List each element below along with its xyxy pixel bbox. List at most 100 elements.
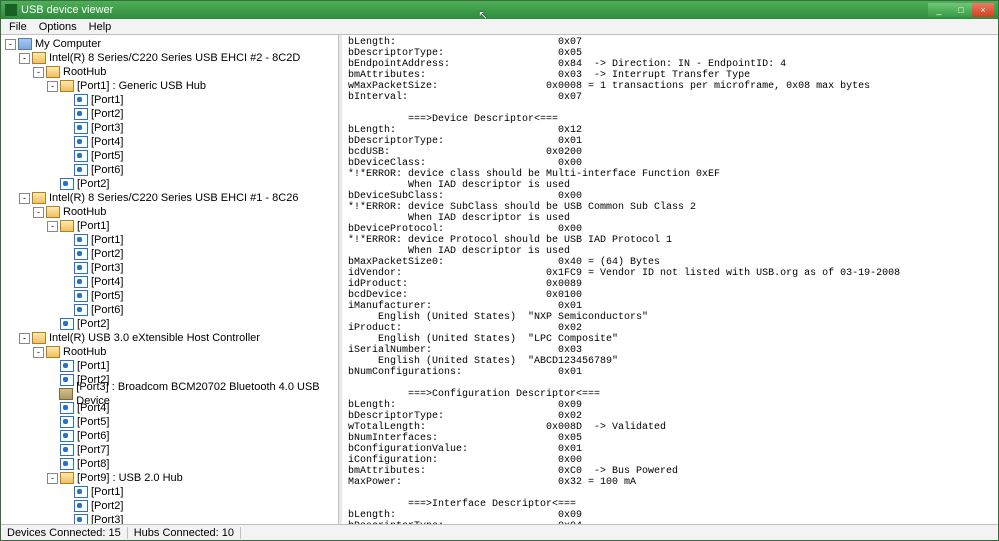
- tree-spacer: [47, 417, 58, 428]
- tree-node-roothub[interactable]: -RootHub: [1, 65, 338, 79]
- tree-node-label: [Port1] : Generic USB Hub: [77, 79, 206, 93]
- tree-node-port[interactable]: [Port2]: [1, 247, 338, 261]
- menu-options[interactable]: Options: [33, 21, 83, 33]
- device-tree-pane[interactable]: -My Computer-Intel(R) 8 Series/C220 Seri…: [1, 35, 339, 524]
- tree-node-label: [Port5]: [91, 149, 123, 163]
- tree-node-port[interactable]: [Port3]: [1, 513, 338, 524]
- app-icon: [5, 4, 17, 16]
- tree-node-port[interactable]: [Port3]: [1, 121, 338, 135]
- tree-spacer: [61, 137, 72, 148]
- tree-spacer: [47, 375, 58, 386]
- tree-spacer: [61, 487, 72, 498]
- tree-node-port[interactable]: [Port1]: [1, 359, 338, 373]
- tree-node-port[interactable]: [Port1]: [1, 233, 338, 247]
- tree-spacer: [61, 263, 72, 274]
- port-icon: [74, 164, 88, 176]
- tree-node-port[interactable]: [Port6]: [1, 429, 338, 443]
- collapse-icon[interactable]: -: [5, 39, 16, 50]
- tree-node-label: [Port2]: [77, 177, 109, 191]
- close-button[interactable]: ×: [972, 3, 994, 17]
- tree-node-port[interactable]: [Port6]: [1, 163, 338, 177]
- tree-node-label: [Port3] : Broadcom BCM20702 Bluetooth 4.…: [76, 380, 338, 408]
- port-icon: [60, 178, 74, 190]
- tree-node-xhci[interactable]: - Intel(R) USB 3.0 eXtensible Host Contro…: [1, 331, 338, 345]
- tree-spacer: [47, 431, 58, 442]
- port-icon: [60, 318, 74, 330]
- menu-bar: File Options Help: [1, 19, 998, 35]
- hub-icon: [60, 472, 74, 484]
- collapse-icon[interactable]: -: [33, 67, 44, 78]
- tree-node-my-computer[interactable]: - My Computer: [1, 37, 338, 51]
- tree-node-port[interactable]: [Port1]: [1, 93, 338, 107]
- collapse-icon[interactable]: -: [19, 193, 30, 204]
- menu-help[interactable]: Help: [83, 21, 118, 33]
- tree-node-port[interactable]: [Port3]: [1, 261, 338, 275]
- collapse-icon[interactable]: -: [47, 81, 58, 92]
- menu-file[interactable]: File: [3, 21, 33, 33]
- tree-node-label: [Port1]: [91, 233, 123, 247]
- tree-node-label: [Port6]: [91, 163, 123, 177]
- tree-node-port[interactable]: [Port1]: [1, 485, 338, 499]
- port-icon: [60, 360, 74, 372]
- collapse-icon[interactable]: -: [47, 473, 58, 484]
- port-icon: [74, 290, 88, 302]
- tree-node-port[interactable]: [Port2]: [1, 317, 338, 331]
- tree-node-label: RootHub: [63, 205, 106, 219]
- port-icon: [60, 430, 74, 442]
- tree-node-ehci-2[interactable]: -Intel(R) 8 Series/C220 Series USB EHCI …: [1, 51, 338, 65]
- tree-node-port[interactable]: [Port5]: [1, 149, 338, 163]
- tree-node-label: RootHub: [63, 345, 106, 359]
- status-hubs: Hubs Connected: 10: [128, 527, 241, 539]
- tree-node-label: [Port4]: [77, 401, 109, 415]
- tree-node-roothub[interactable]: - RootHub: [1, 205, 338, 219]
- tree-node-port[interactable]: [Port7]: [1, 443, 338, 457]
- tree-node-roothub[interactable]: - RootHub: [1, 345, 338, 359]
- port-icon: [74, 248, 88, 260]
- tree-node-usb20-hub[interactable]: - [Port9] : USB 2.0 Hub: [1, 471, 338, 485]
- tree-spacer: [47, 459, 58, 470]
- port-icon: [74, 150, 88, 162]
- port-icon: [60, 402, 74, 414]
- tree-spacer: [61, 235, 72, 246]
- collapse-icon[interactable]: -: [33, 347, 44, 358]
- tree-spacer: [47, 403, 58, 414]
- tree-node-port[interactable]: [Port4]: [1, 135, 338, 149]
- tree-node-label: Intel(R) USB 3.0 eXtensible Host Control…: [49, 331, 260, 345]
- collapse-icon[interactable]: -: [19, 333, 30, 344]
- minimize-button[interactable]: _: [928, 3, 950, 17]
- tree-node-label: [Port2]: [77, 317, 109, 331]
- descriptor-pane[interactable]: bLength: 0x07 bDescriptorType: 0x05 bEnd…: [342, 35, 998, 524]
- tree-node-label: [Port8]: [77, 457, 109, 471]
- tree-node-port[interactable]: [Port5]: [1, 415, 338, 429]
- tree-node-port[interactable]: [Port2]: [1, 177, 338, 191]
- collapse-icon[interactable]: -: [19, 53, 30, 64]
- tree-node-bt-device[interactable]: [Port3] : Broadcom BCM20702 Bluetooth 4.…: [1, 387, 338, 401]
- port-icon: [60, 444, 74, 456]
- tree-node-ehci-1[interactable]: -Intel(R) 8 Series/C220 Series USB EHCI …: [1, 191, 338, 205]
- tree-node-generic-hub[interactable]: -[Port1]: [1, 219, 338, 233]
- tree-node-port[interactable]: [Port6]: [1, 303, 338, 317]
- descriptor-text: bLength: 0x07 bDescriptorType: 0x05 bEnd…: [348, 37, 992, 524]
- collapse-icon[interactable]: -: [33, 207, 44, 218]
- tree-node-port[interactable]: [Port2]: [1, 499, 338, 513]
- tree-spacer: [61, 249, 72, 260]
- computer-icon: [18, 38, 32, 50]
- maximize-button[interactable]: □: [950, 3, 972, 17]
- roothub-icon: [46, 206, 60, 218]
- collapse-icon[interactable]: -: [47, 221, 58, 232]
- tree-spacer: [61, 165, 72, 176]
- tree-node-port[interactable]: [Port8]: [1, 457, 338, 471]
- tree-node-port[interactable]: [Port4]: [1, 275, 338, 289]
- tree-node-port[interactable]: [Port2]: [1, 107, 338, 121]
- tree-spacer: [61, 305, 72, 316]
- tree-node-label: [Port2]: [91, 499, 123, 513]
- tree-node-generic-hub[interactable]: - [Port1] : Generic USB Hub: [1, 79, 338, 93]
- tree-spacer: [47, 319, 58, 330]
- tree-spacer: [47, 389, 57, 400]
- tree-node-port[interactable]: [Port5]: [1, 289, 338, 303]
- tree-node-label: [Port9] : USB 2.0 Hub: [77, 471, 183, 485]
- title-bar[interactable]: USB device viewer _ □ ×: [1, 1, 998, 19]
- tree-node-label: [Port6]: [77, 429, 109, 443]
- tree-node-label: [Port1]: [91, 93, 123, 107]
- tree-node-label: My Computer: [35, 37, 101, 51]
